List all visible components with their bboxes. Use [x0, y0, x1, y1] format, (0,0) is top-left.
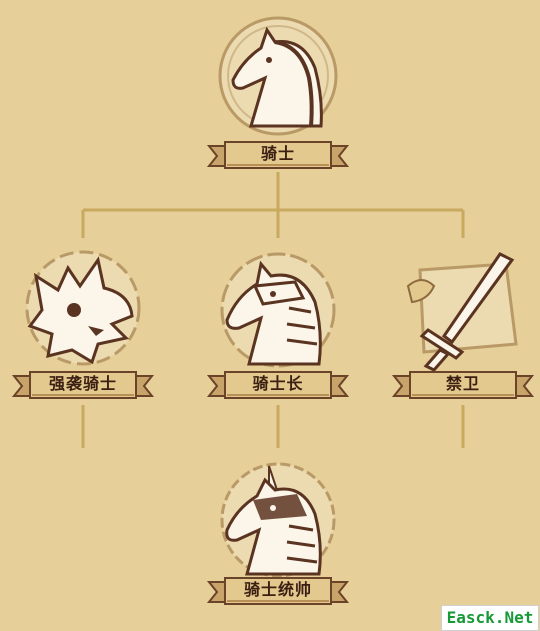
class-name: 强袭骑士: [48, 374, 117, 393]
class-node-assault-knight[interactable]: 强袭骑士: [8, 246, 158, 406]
armored-horse-icon: [220, 252, 336, 368]
sword-shield-icon: [406, 252, 518, 372]
class-tree: 骑士 强袭骑士 骑士长 禁卫 骑士统帅 Easck.Net: [0, 0, 540, 631]
class-node-knight-commander[interactable]: 骑士统帅: [203, 456, 353, 616]
class-banner: 禁卫: [388, 368, 538, 402]
class-node-knight[interactable]: 骑士: [203, 8, 353, 173]
class-node-royal-guard[interactable]: 禁卫: [388, 246, 538, 406]
armored-unicorn-icon: [220, 462, 336, 578]
class-banner: 骑士统帅: [203, 574, 353, 608]
class-banner: 强袭骑士: [8, 368, 158, 402]
class-name: 禁卫: [445, 374, 480, 393]
class-banner: 骑士: [203, 138, 353, 172]
class-name: 骑士统帅: [243, 580, 312, 599]
watermark: Easck.Net: [441, 605, 539, 631]
class-banner: 骑士长: [203, 368, 353, 402]
class-name: 骑士: [260, 144, 295, 163]
class-name: 骑士长: [252, 374, 304, 393]
horse-head-icon: [218, 16, 338, 136]
dragon-skull-icon: [25, 250, 141, 366]
class-node-knight-captain[interactable]: 骑士长: [203, 246, 353, 406]
